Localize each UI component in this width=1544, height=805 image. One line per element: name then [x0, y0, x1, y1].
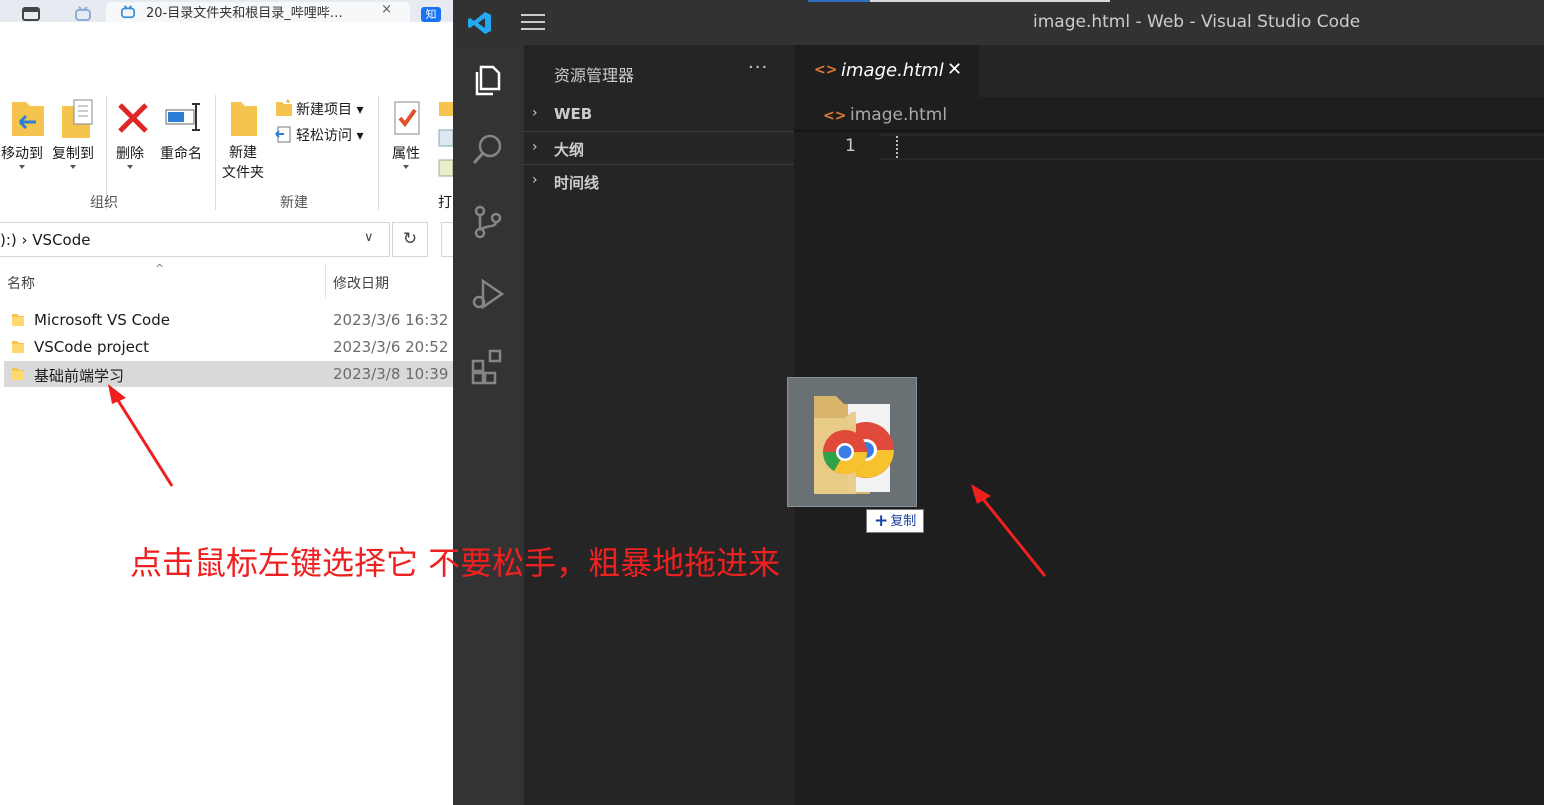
column-header-date[interactable]: 修改日期	[333, 273, 389, 293]
open-group-icons	[438, 102, 453, 177]
refresh-button[interactable]: ↻	[392, 222, 428, 257]
file-name: VSCode project	[34, 338, 150, 356]
file-explorer-window: 20-目录文件夹和根目录_哔哩哔… × 知 移动到 复制到 删除 重命名 新建 …	[0, 0, 453, 805]
file-date: 2023/3/8 10:39	[333, 365, 449, 383]
section-web[interactable]: › WEB	[524, 98, 794, 131]
sidebar-title: 资源管理器	[554, 66, 635, 85]
address-dropdown-icon[interactable]: ∨	[364, 230, 374, 245]
ribbon-divider	[378, 95, 379, 210]
breadcrumb[interactable]: image.html	[850, 105, 947, 125]
editor-tab-bar: <> image.html ✕	[794, 45, 1544, 97]
tab-label: image.html	[841, 60, 944, 81]
new-folder-icon	[231, 102, 257, 136]
file-date: 2023/3/6 20:52	[333, 338, 449, 356]
title-accent	[808, 0, 870, 2]
search-icon[interactable]	[469, 131, 507, 169]
browser-tab-strip: 20-目录文件夹和根目录_哔哩哔… × 知	[0, 0, 453, 22]
red-arrow-icon	[971, 484, 1047, 577]
file-row[interactable]: VSCode project 2023/3/6 20:52	[4, 334, 453, 360]
line-number: 1	[845, 136, 856, 156]
chevron-right-icon: ›	[532, 172, 538, 188]
column-headers: ^ 名称 修改日期	[0, 262, 453, 302]
new-group-label: 新建	[280, 195, 308, 211]
copy-to-icon	[62, 99, 93, 138]
bilibili-icon	[121, 5, 135, 19]
copy-to-button[interactable]: 复制到	[52, 143, 94, 169]
title-accent	[870, 0, 1110, 2]
source-control-icon[interactable]	[469, 203, 507, 241]
properties-icon	[394, 101, 420, 135]
tab-image-html[interactable]: <> image.html ✕	[794, 45, 978, 97]
menu-hamburger-icon[interactable]	[521, 14, 545, 32]
instruction-annotation: 点击鼠标左键选择它 不要松手，粗暴地拖进来	[130, 544, 781, 582]
rename-button[interactable]: 重命名	[160, 143, 202, 163]
tab-close-icon[interactable]: ✕	[947, 59, 962, 80]
move-to-button[interactable]: 移动到	[1, 143, 43, 169]
file-row-selected[interactable]: 基础前端学习 2023/3/8 10:39	[4, 361, 453, 387]
vscode-window: image.html - Web - Visual Studio Code 资源…	[453, 0, 1544, 805]
section-timeline[interactable]: › 时间线	[524, 164, 794, 197]
easy-access-icon	[275, 126, 291, 143]
chevron-right-icon: ›	[532, 105, 538, 121]
extensions-icon[interactable]	[469, 347, 507, 385]
column-header-name[interactable]: 名称	[7, 273, 35, 293]
html-file-icon: <>	[814, 62, 838, 78]
text-cursor	[896, 136, 898, 158]
section-outline[interactable]: › 大纲	[524, 131, 794, 164]
file-name: Microsoft VS Code	[34, 311, 170, 329]
explorer-icon[interactable]	[469, 59, 507, 97]
plus-icon: +	[874, 511, 889, 531]
new-folder-button[interactable]: 新建 文件夹	[222, 143, 264, 183]
window-icon	[22, 7, 40, 21]
chevron-right-icon: ›	[532, 139, 538, 155]
section-label: WEB	[554, 105, 593, 123]
section-label: 时间线	[554, 174, 600, 192]
folder-icon	[12, 314, 24, 326]
new-item-button[interactable]: 新建项目 ▾	[296, 99, 363, 119]
address-bar[interactable]: ):) › VSCode ∨	[0, 222, 390, 257]
section-label: 大纲	[554, 141, 585, 159]
delete-icon	[118, 103, 148, 133]
address-path: ):) › VSCode	[0, 231, 91, 249]
html-file-icon: <>	[823, 108, 847, 124]
bilibili-icon	[75, 6, 91, 21]
new-item-icon	[276, 99, 292, 116]
open-group-label: 打	[438, 195, 452, 211]
activity-bar	[453, 45, 524, 805]
properties-button[interactable]: 属性	[392, 143, 420, 169]
delete-button[interactable]: 删除	[116, 143, 144, 169]
explorer-sidebar: 资源管理器 ··· › WEB › 大纲 › 时间线	[524, 45, 794, 805]
easy-access-button[interactable]: 轻松访问 ▾	[296, 125, 363, 145]
organize-group-label: 组织	[90, 195, 118, 211]
ribbon-divider	[215, 95, 216, 210]
folder-icon	[12, 368, 24, 380]
file-row[interactable]: Microsoft VS Code 2023/3/6 16:32	[4, 307, 453, 333]
move-to-icon	[12, 102, 44, 136]
column-divider[interactable]	[325, 264, 326, 298]
drag-preview	[787, 377, 917, 507]
more-actions-icon[interactable]: ···	[748, 57, 768, 78]
title-bar: image.html - Web - Visual Studio Code	[453, 0, 1544, 45]
browser-tab-title: 20-目录文件夹和根目录_哔哩哔…	[146, 6, 343, 21]
copy-label: 复制	[890, 514, 917, 529]
vscode-logo-icon	[468, 12, 491, 34]
folder-with-chrome-icon	[814, 396, 894, 494]
zhihu-icon[interactable]: 知	[421, 7, 441, 22]
browser-tab-active[interactable]: 20-目录文件夹和根目录_哔哩哔… ×	[106, 2, 410, 22]
window-title: image.html - Web - Visual Studio Code	[1033, 12, 1361, 32]
run-debug-icon[interactable]	[469, 275, 507, 313]
current-line-highlight	[879, 134, 1544, 160]
file-date: 2023/3/6 16:32	[333, 311, 449, 329]
breadcrumb-shadow	[794, 130, 1544, 133]
search-box[interactable]	[441, 222, 453, 257]
folder-icon	[12, 341, 24, 353]
copy-drop-badge: + 复制	[866, 509, 925, 533]
tab-close-icon[interactable]: ×	[381, 2, 392, 17]
red-arrow-icon	[108, 384, 174, 487]
sort-ascending-icon: ^	[155, 262, 165, 275]
rename-icon	[165, 103, 200, 131]
